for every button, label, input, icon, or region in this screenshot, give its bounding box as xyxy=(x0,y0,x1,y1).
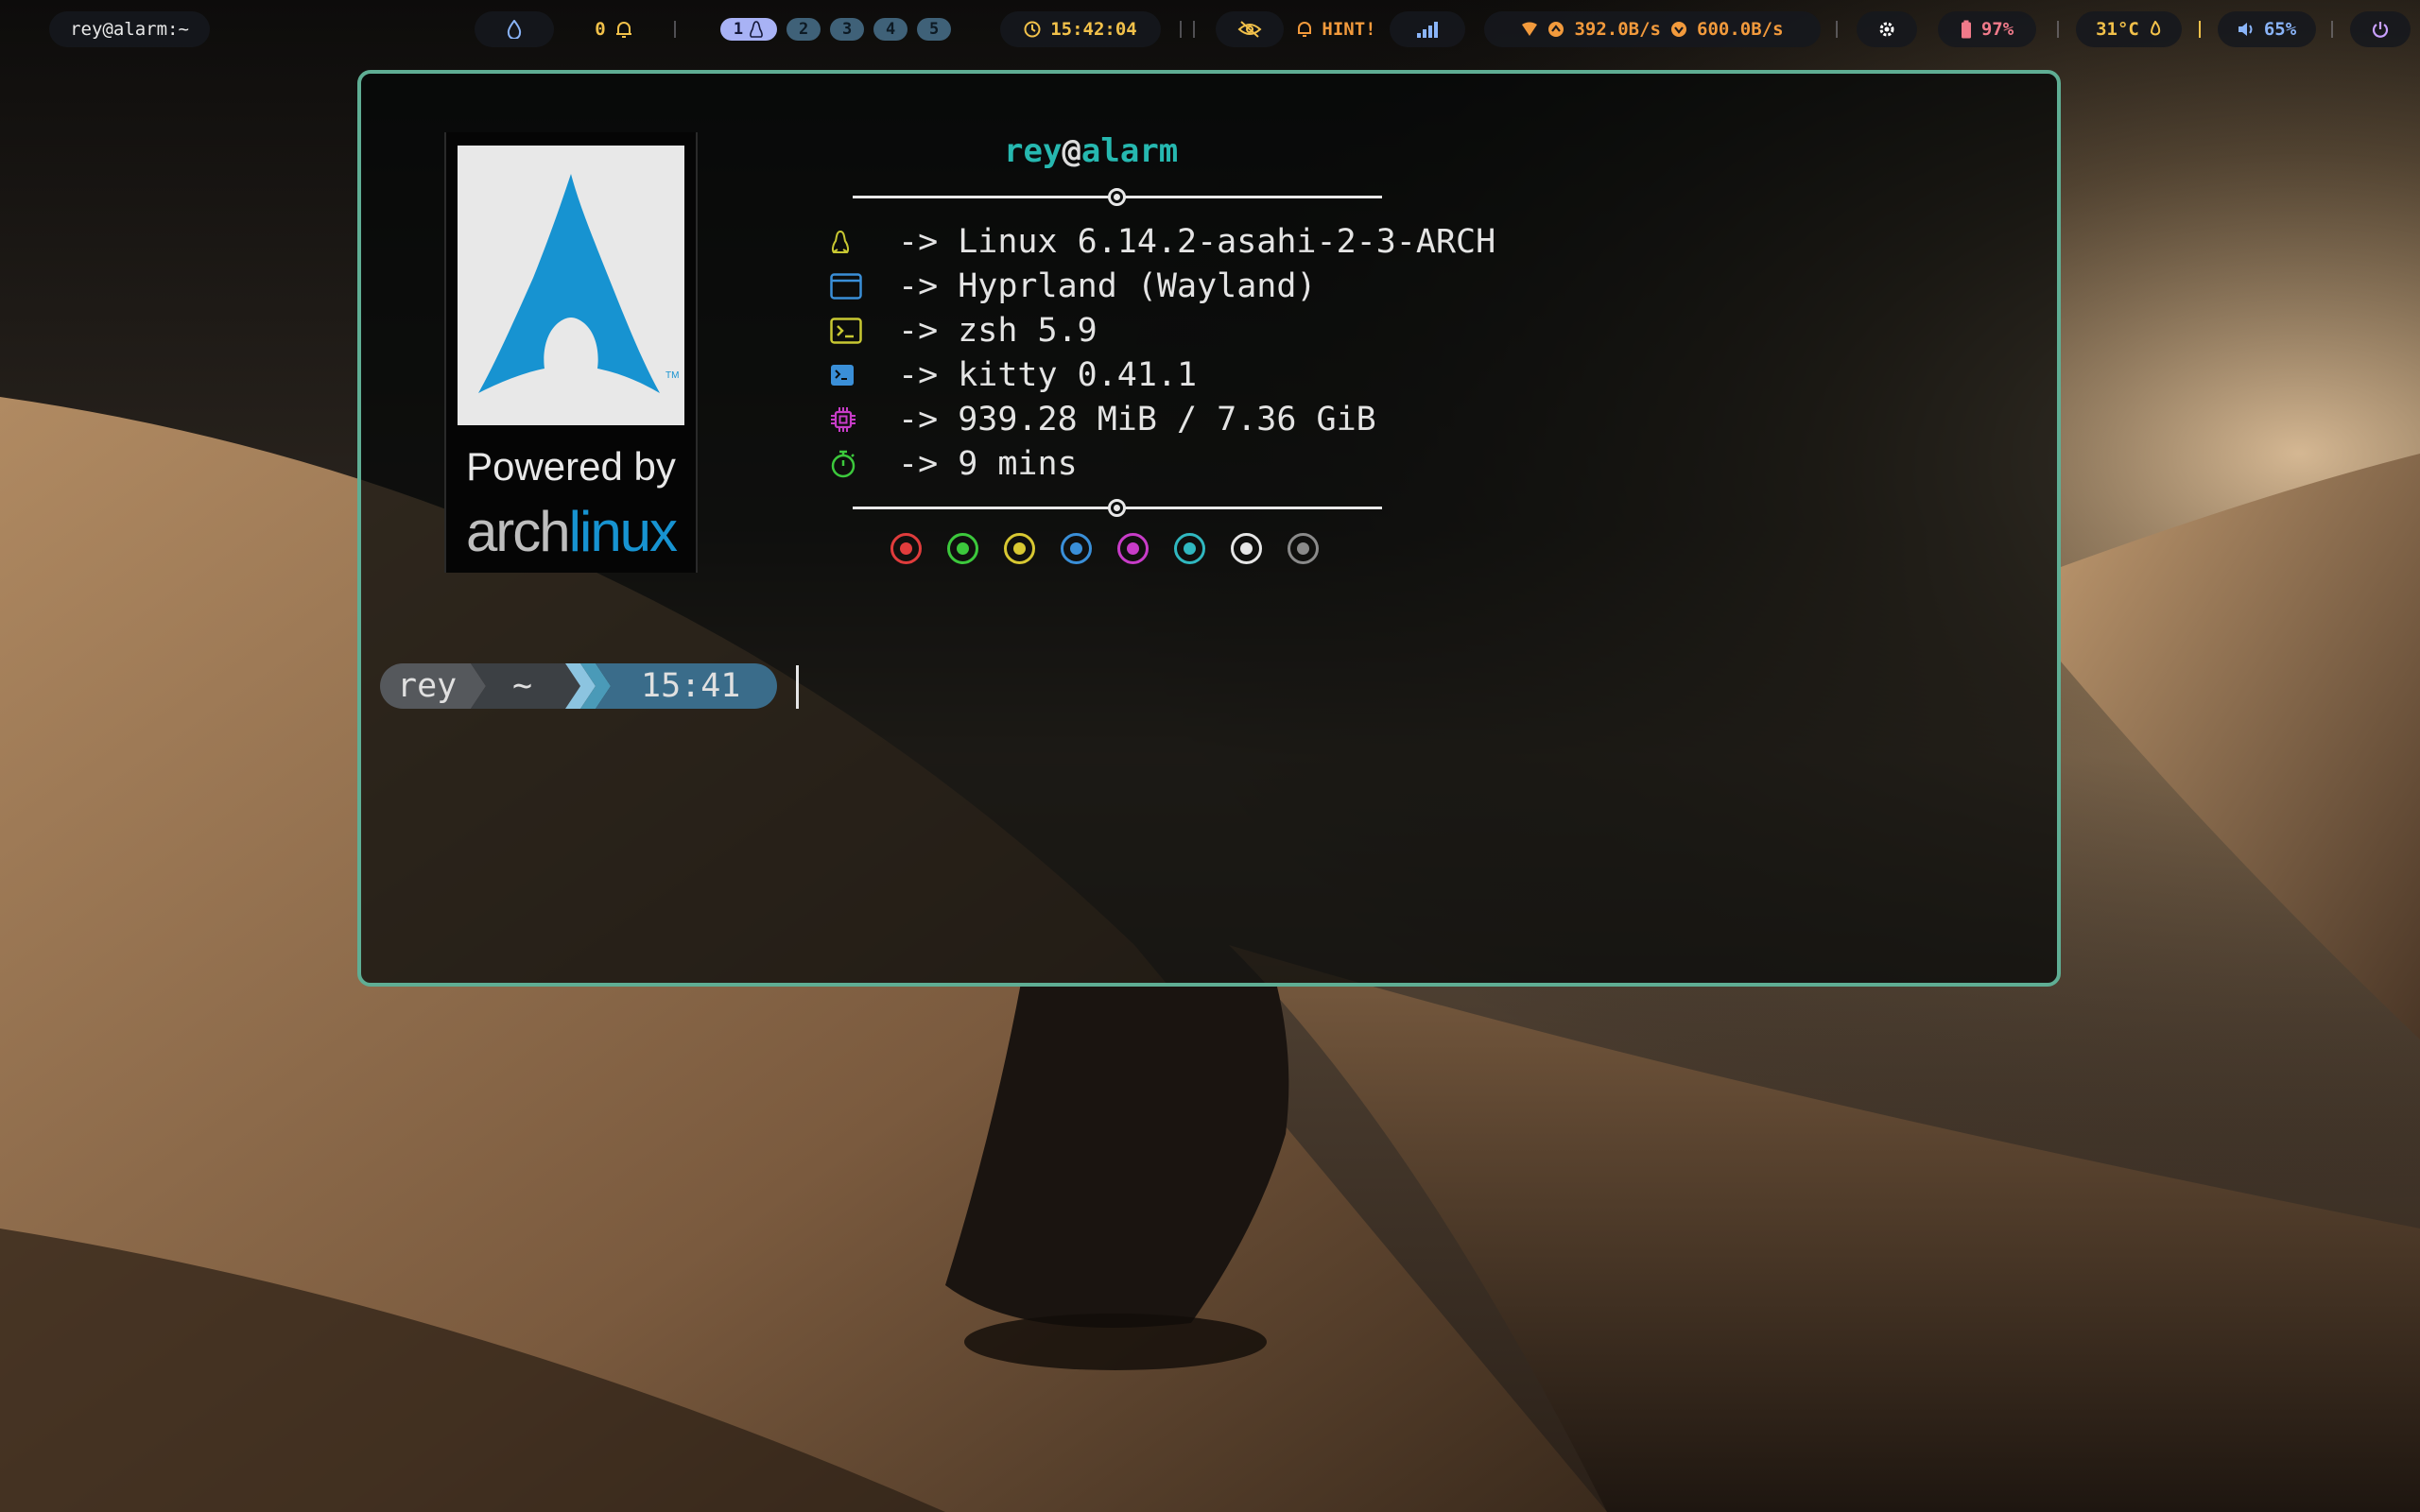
fetch-divider-bottom xyxy=(853,499,1382,517)
eye-off-icon xyxy=(1237,21,1262,38)
info-kernel: -> Linux 6.14.2-asahi-2-3-ARCH xyxy=(830,219,1495,264)
signal-bars-icon xyxy=(1417,22,1438,38)
battery-icon xyxy=(1961,20,1971,39)
hint-indicator[interactable]: HINT! xyxy=(1289,11,1384,47)
workspace-5[interactable]: 5 xyxy=(917,18,952,41)
volume-level: 65% xyxy=(2263,19,2297,40)
palette-swatch-green xyxy=(947,533,978,564)
speaker-icon xyxy=(2238,23,2253,36)
download-arrow-icon xyxy=(1671,22,1686,37)
hint-label: HINT! xyxy=(1322,19,1376,40)
info-shell: -> zsh 5.9 xyxy=(830,308,1495,352)
color-palette xyxy=(890,533,1319,564)
info-uptime: -> 9 mins xyxy=(830,441,1495,486)
fetch-divider-top xyxy=(853,188,1382,206)
droplet-icon xyxy=(507,20,522,39)
workspace-4[interactable]: 4 xyxy=(873,18,908,41)
palette-swatch-blue xyxy=(1061,533,1092,564)
bar-separator xyxy=(1193,21,1195,38)
bar-separator xyxy=(674,21,676,38)
gear-icon xyxy=(1879,22,1894,37)
battery-indicator[interactable]: 97% xyxy=(1938,11,2036,47)
workspace-1[interactable]: 1 xyxy=(719,18,778,41)
status-bar: rey@alarm:~ 0 1 2 3 4 5 15:42:04 HINT! 3… xyxy=(0,0,2420,59)
settings-button[interactable] xyxy=(1857,11,1917,47)
idle-inhibitor-button[interactable] xyxy=(1216,11,1284,47)
clock[interactable]: 15:42:04 xyxy=(1000,11,1161,47)
temperature-indicator[interactable]: 31°C xyxy=(2076,11,2182,47)
arch-linux-icon: TM xyxy=(478,174,679,393)
power-button[interactable] xyxy=(2350,11,2411,47)
text-cursor xyxy=(796,665,799,709)
linux-penguin-icon xyxy=(750,21,764,38)
bar-separator xyxy=(1836,21,1838,38)
window-title-label: rey@alarm:~ xyxy=(70,19,189,40)
bell-icon xyxy=(615,22,631,38)
palette-swatch-red xyxy=(890,533,922,564)
power-icon xyxy=(2372,22,2389,38)
temperature-value: 31°C xyxy=(2096,19,2139,40)
memory-chip-icon xyxy=(831,406,856,432)
upload-arrow-icon xyxy=(1548,22,1564,37)
window-icon xyxy=(830,272,862,300)
arch-logo-card: TM Powered by archlinux xyxy=(444,132,698,573)
prompt-directory: ~ xyxy=(512,667,533,705)
info-wm: -> Hyprland (Wayland) xyxy=(830,264,1495,308)
network-up-speed: 600.0B/s xyxy=(1697,19,1784,40)
signal-strength[interactable] xyxy=(1390,11,1465,47)
flame-icon xyxy=(2150,21,2161,36)
linux-penguin-icon xyxy=(831,230,850,253)
archlinux-wordmark: archlinux xyxy=(465,500,678,563)
info-memory: -> 939.28 MiB / 7.36 GiB xyxy=(830,397,1495,441)
palette-swatch-gray xyxy=(1288,533,1319,564)
palette-swatch-yellow xyxy=(1004,533,1035,564)
clock-icon xyxy=(1024,21,1041,38)
volume-control[interactable]: 65% xyxy=(2218,11,2316,47)
bell-icon xyxy=(1298,22,1312,37)
notification-count: 0 xyxy=(595,19,606,40)
arch-logo: TM xyxy=(458,146,684,425)
workspace-3[interactable]: 3 xyxy=(830,18,865,41)
window-title: rey@alarm:~ xyxy=(49,11,210,47)
info-terminal: -> kitty 0.41.1 xyxy=(830,352,1495,397)
droplet-button[interactable] xyxy=(475,11,554,47)
prompt-time: 15:41 xyxy=(641,667,741,705)
terminal-window[interactable]: TM Powered by archlinux rey@alarm -> Lin… xyxy=(357,70,2061,987)
stopwatch-icon xyxy=(831,450,856,477)
svg-text:TM: TM xyxy=(666,370,679,381)
terminal-icon xyxy=(831,364,854,386)
palette-swatch-magenta xyxy=(1117,533,1149,564)
powered-by-label: Powered by xyxy=(466,444,676,489)
bar-separator xyxy=(2331,21,2333,38)
network-speed[interactable]: 392.0B/s 600.0B/s xyxy=(1484,11,1821,47)
network-down-speed: 392.0B/s xyxy=(1574,19,1661,40)
wifi-icon xyxy=(1522,22,1538,36)
palette-swatch-cyan xyxy=(1174,533,1205,564)
fetch-info-list: -> Linux 6.14.2-asahi-2-3-ARCH -> Hyprla… xyxy=(830,219,1495,486)
palette-swatch-white xyxy=(1231,533,1262,564)
workspace-switcher: 1 2 3 4 5 xyxy=(696,11,976,47)
bar-separator xyxy=(2199,21,2201,38)
fetch-title: rey@alarm xyxy=(1004,132,1179,170)
bar-separator xyxy=(2057,21,2059,38)
workspace-2[interactable]: 2 xyxy=(786,18,821,41)
notification-counter[interactable]: 0 xyxy=(571,11,656,47)
battery-level: 97% xyxy=(1980,19,2014,40)
shell-icon xyxy=(830,317,862,344)
clock-time: 15:42:04 xyxy=(1050,19,1137,40)
prompt-user: rey xyxy=(397,667,458,705)
bar-separator xyxy=(1180,21,1182,38)
